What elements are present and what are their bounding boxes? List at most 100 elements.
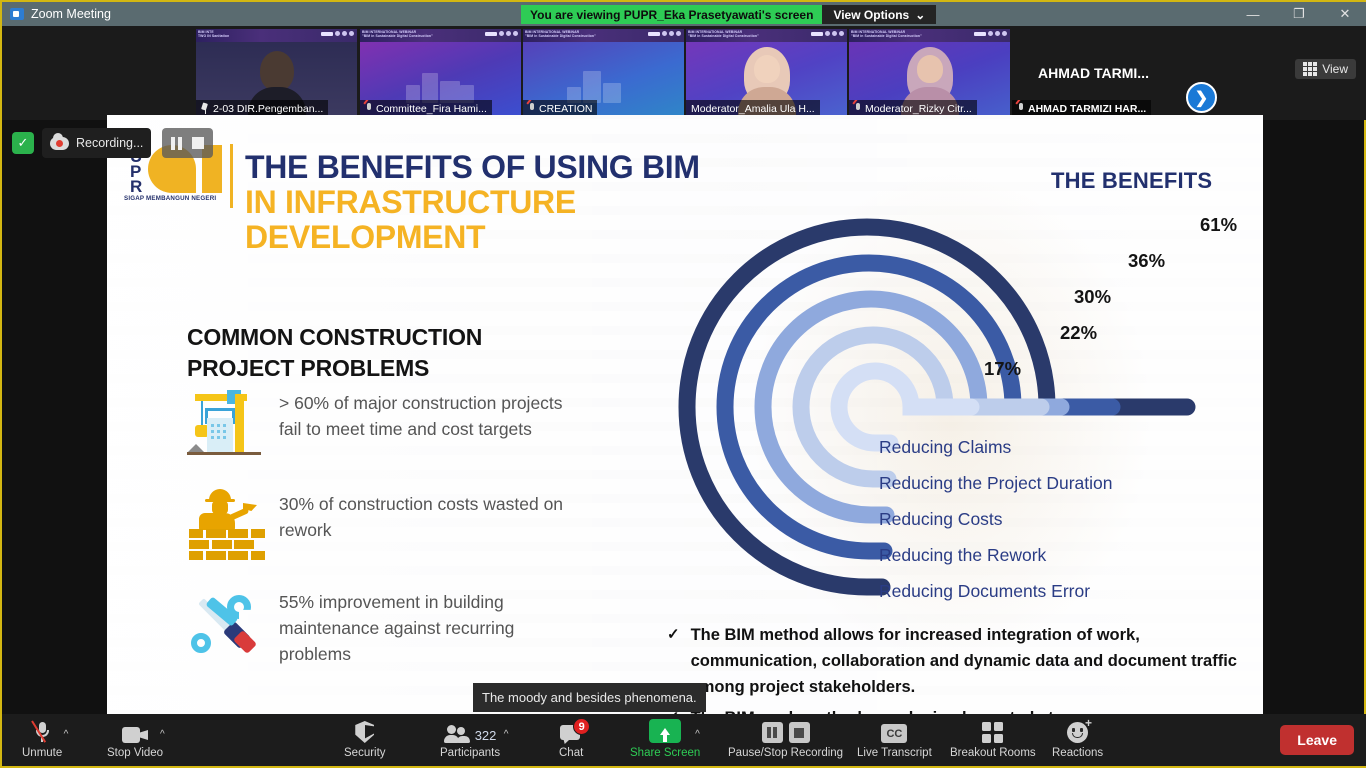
toolbar-breakout-rooms-button[interactable]: Breakout Rooms — [950, 719, 1036, 764]
toolbar-label-participants: Participants — [440, 747, 501, 759]
virtual-background-banner: BIM INTERNATIONAL WEBINAR "BIM in Sustain… — [686, 29, 847, 42]
toolbar-label-reactions: Reactions — [1052, 747, 1104, 759]
toolbar-security-button[interactable]: Security — [344, 719, 386, 764]
share-screen-icon: ^ — [649, 719, 700, 743]
participants-icon: 322 ^ — [443, 719, 508, 743]
participant-name-2: CREATION — [539, 102, 593, 115]
chart-legend: Reducing Claims Reducing the Project Dur… — [879, 429, 1189, 609]
chat-unread-badge: 9 — [573, 718, 591, 735]
toolbar-label-chat: Chat — [559, 747, 584, 759]
participants-caret[interactable]: ^ — [504, 729, 509, 740]
toolbar-label-stop-video: Stop Video — [107, 747, 164, 759]
toolbar-label-security: Security — [344, 747, 386, 759]
problem-text-1: 30% of construction costs wasted on rewo… — [279, 494, 564, 540]
live-transcript-caption: The moody and besides phenomena. — [473, 683, 706, 712]
grid-icon — [1302, 61, 1318, 77]
problem-text-2: 55% improvement in building maintenance … — [279, 592, 515, 664]
window-controls: — ❐ ✕ — [1230, 2, 1366, 26]
stop-recording-icon[interactable] — [192, 137, 204, 149]
problem-text-0: > 60% of major construction projects fai… — [279, 393, 563, 439]
logo-tagline: SIGAP MEMBANGUN NEGERI — [124, 195, 217, 202]
legend-item-2: Reducing Costs — [879, 508, 1003, 529]
pin-icon — [201, 103, 210, 114]
audio-options-caret[interactable]: ^ — [64, 729, 69, 740]
recording-controls — [162, 128, 213, 158]
toolbar-chat-button[interactable]: 9 Chat — [559, 718, 591, 764]
restore-button[interactable]: ❐ — [1276, 2, 1322, 26]
participant-name-4: Moderator_Rizky Citr... — [865, 102, 972, 115]
cloud-recording-icon — [50, 132, 69, 150]
banner-logos — [321, 31, 354, 36]
legend-item-3: Reducing the Rework — [879, 544, 1047, 565]
toolbar-unmute-button[interactable]: ^ Unmute — [22, 719, 68, 764]
toolbar-pause-stop-recording-button[interactable]: Pause/Stop Recording — [728, 719, 843, 764]
toolbar-stop-video-button[interactable]: ^ Stop Video — [107, 719, 165, 764]
banner-text: BIM INTERNATIONAL WEBINAR "BIM in Sustain… — [362, 30, 433, 38]
filmstrip-next-button[interactable]: ❯ — [1186, 82, 1217, 113]
chart-value-label-3: 36% — [1128, 250, 1166, 271]
reactions-icon: + — [1067, 717, 1092, 743]
video-tile-3[interactable]: BIM INTERNATIONAL WEBINAR "BIM in Sustain… — [686, 29, 847, 117]
legend-item-4: Reducing Documents Error — [879, 580, 1091, 601]
recording-status-text: Recording... — [76, 136, 144, 150]
pause-icon[interactable] — [761, 722, 783, 743]
toolbar-reactions-button[interactable]: + Reactions — [1052, 717, 1104, 764]
view-layout-button[interactable]: View — [1294, 59, 1356, 79]
chart-value-label-1: 22% — [1060, 322, 1098, 343]
mic-muted-icon — [1017, 103, 1025, 114]
toolbar-share-screen-button[interactable]: ^ Share Screen — [630, 719, 700, 764]
logo-letter-r: R — [130, 177, 143, 196]
window-title-bar: Zoom Meeting You are viewing PUPR_Eka Pr… — [2, 2, 1366, 26]
toolbar-live-transcript-button[interactable]: CC Live Transcript — [857, 719, 932, 764]
screen-share-banner: You are viewing PUPR_Eka Prasetyawati's … — [521, 5, 937, 24]
virtual-background-banner: BIM INTERNATIONAL WEBINAR "BIM in Sustain… — [523, 29, 684, 42]
video-tile-4[interactable]: BIM INTERNATIONAL WEBINAR "BIM in Sustain… — [849, 29, 1010, 117]
toolbar-label-breakout-rooms: Breakout Rooms — [950, 747, 1036, 759]
leave-meeting-button[interactable]: Leave — [1280, 725, 1354, 755]
problems-heading-line2: PROJECT PROBLEMS — [187, 355, 430, 381]
banner-text: BIM INTERNATIONAL WEBINAR "BIM in Sustain… — [525, 30, 596, 38]
view-options-button[interactable]: View Options ⌄ — [822, 5, 937, 24]
minimize-button[interactable]: — — [1230, 2, 1276, 26]
banner-logos — [974, 31, 1007, 36]
video-tile-1[interactable]: BIM INTERNATIONAL WEBINAR "BIM in Sustain… — [360, 29, 521, 117]
stop-icon[interactable] — [788, 722, 810, 743]
video-tile-5[interactable]: AHMAD TARMI... AHMAD TARMIZI HAR... — [1012, 29, 1175, 117]
banner-text: BIM INTERNATIONAL WEBINAR "BIM in Sustain… — [688, 30, 759, 38]
crane-icon — [187, 388, 265, 458]
participant-name-5: AHMAD TARMIZI HAR... — [1028, 102, 1147, 115]
problems-heading-line1: COMMON CONSTRUCTION — [187, 324, 483, 350]
participant-display-name-5: AHMAD TARMI... — [1038, 65, 1149, 81]
window-title: Zoom Meeting — [31, 7, 111, 21]
problem-item-0: > 60% of major construction projects fai… — [187, 388, 587, 458]
banner-logos — [485, 31, 518, 36]
banner-text: BIM INTE TWO IN Sanitation — [198, 30, 230, 38]
recording-indicator[interactable]: Recording... — [42, 128, 152, 158]
security-shield-icon[interactable]: ✓ — [12, 132, 34, 154]
legend-item-1: Reducing the Project Duration — [879, 472, 1113, 493]
close-button[interactable]: ✕ — [1322, 2, 1366, 26]
pause-recording-icon[interactable] — [171, 136, 182, 150]
participant-name-1: Committee_Fira Hami... — [376, 102, 487, 115]
virtual-background-banner: BIM INTERNATIONAL WEBINAR "BIM in Sustain… — [849, 29, 1010, 42]
bullet-text-0: The BIM method allows for increased inte… — [690, 626, 1237, 696]
problem-item-2: 55% improvement in building maintenance … — [187, 587, 587, 667]
video-tile-2[interactable]: BIM INTERNATIONAL WEBINAR "BIM in Sustain… — [523, 29, 684, 117]
virtual-background-banner: BIM INTE TWO IN Sanitation — [196, 29, 357, 42]
view-button-label: View — [1322, 62, 1348, 76]
problems-heading: COMMON CONSTRUCTION PROJECT PROBLEMS — [187, 322, 587, 384]
video-tile-0[interactable]: BIM INTE TWO IN Sanitation 2-03 DIR.Penge… — [196, 29, 357, 117]
toolbar-participants-button[interactable]: 322 ^ Participants — [440, 719, 508, 764]
toolbar-label-unmute: Unmute — [22, 747, 63, 759]
pause-stop-icon — [761, 719, 810, 743]
closed-caption-icon: CC — [881, 719, 908, 743]
bullet-item-0: ✓ The BIM method allows for increased in… — [667, 622, 1247, 700]
toolbar-label-share-screen: Share Screen — [630, 747, 701, 759]
participants-count: 322 — [474, 728, 497, 743]
zoom-icon — [10, 8, 24, 20]
camera-icon: ^ — [122, 719, 165, 743]
share-options-caret[interactable]: ^ — [695, 729, 700, 740]
mic-muted-icon — [528, 103, 536, 114]
mic-muted-icon — [365, 103, 373, 114]
video-options-caret[interactable]: ^ — [160, 729, 165, 740]
